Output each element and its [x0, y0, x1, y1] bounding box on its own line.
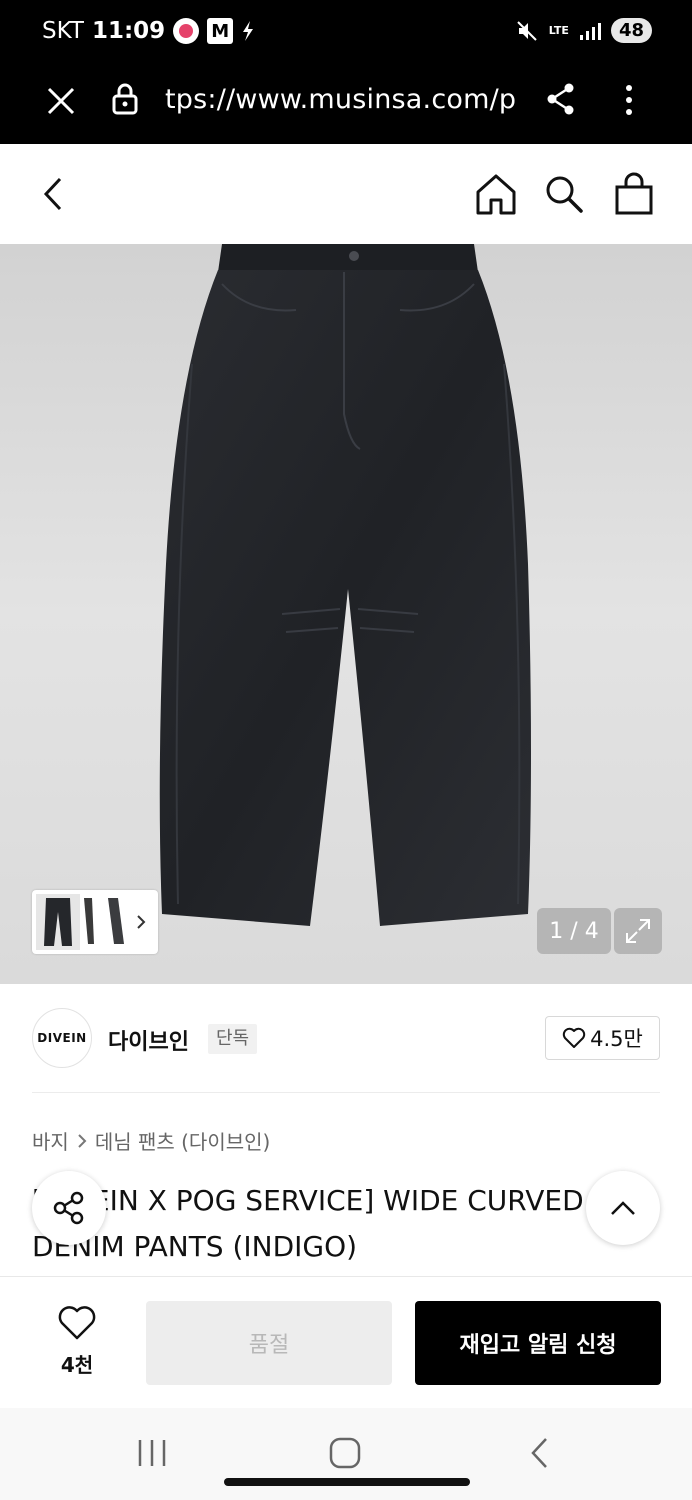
- expand-image-button[interactable]: [614, 908, 662, 954]
- share-icon[interactable]: [546, 82, 576, 116]
- home-icon[interactable]: [474, 172, 518, 216]
- status-left: SKT 11:09 M: [42, 18, 255, 44]
- breadcrumb-item[interactable]: 바지: [32, 1126, 69, 1155]
- mute-icon: [517, 20, 537, 41]
- lightning-icon: [243, 21, 254, 41]
- wishlist-button[interactable]: 4천: [40, 1305, 114, 1378]
- notification-app-icon: [173, 18, 200, 44]
- product-title: [DIVEIN X POG SERVICE] WIDE CURVED DENIM…: [32, 1184, 584, 1263]
- chevron-up-icon: [611, 1201, 635, 1215]
- restock-alert-button[interactable]: 재입고 알림 신청: [415, 1301, 661, 1385]
- clock: 11:09: [91, 18, 166, 44]
- browser-toolbar: tps://www.musinsa.com/p: [0, 66, 692, 144]
- share-button[interactable]: [32, 1171, 106, 1245]
- product-image-gallery[interactable]: 1 / 4: [0, 244, 692, 984]
- image-counter: 1 / 4: [537, 908, 611, 954]
- app-header: [0, 144, 692, 244]
- brand-like-count: 4.5만: [590, 1027, 643, 1051]
- shopping-bag-icon[interactable]: [614, 172, 654, 216]
- heart-icon: [58, 1306, 96, 1340]
- recent-apps-icon[interactable]: [136, 1438, 168, 1468]
- share-icon: [53, 1191, 84, 1225]
- gesture-home-bar[interactable]: [224, 1478, 470, 1486]
- system-navigation-bar: [0, 1408, 692, 1500]
- search-icon[interactable]: [544, 174, 584, 214]
- scroll-top-button[interactable]: [586, 1171, 660, 1245]
- thumbnail-images: [36, 894, 146, 950]
- heart-icon: [562, 1027, 586, 1048]
- signal-icon: [579, 22, 601, 40]
- thumbnail-strip[interactable]: [32, 890, 158, 954]
- purchase-bar: 4천 품절 재입고 알림 신청: [0, 1276, 692, 1408]
- network-label: LTE: [548, 24, 569, 37]
- back-arrow-icon[interactable]: [40, 176, 68, 212]
- brand-logo[interactable]: DIVEIN: [32, 1008, 92, 1068]
- home-nav-icon[interactable]: [328, 1436, 362, 1470]
- wishlist-count: 4천: [60, 1353, 94, 1377]
- notification-m-icon: M: [207, 18, 234, 44]
- brand-like-button[interactable]: 4.5만: [545, 1016, 660, 1060]
- close-icon[interactable]: [46, 86, 76, 116]
- status-right: LTE 48: [515, 18, 652, 43]
- more-menu-icon[interactable]: [622, 84, 636, 116]
- lock-icon[interactable]: [110, 82, 140, 116]
- battery-indicator: 48: [610, 18, 652, 43]
- back-nav-icon[interactable]: [528, 1436, 552, 1470]
- url-bar[interactable]: tps://www.musinsa.com/p: [165, 84, 515, 115]
- soldout-button: 품절: [146, 1301, 392, 1385]
- expand-icon: [626, 919, 650, 943]
- breadcrumb-item[interactable]: 데님 팬츠 (다이브인): [95, 1126, 271, 1155]
- exclusive-badge: 단독: [208, 1024, 258, 1054]
- product-image: [159, 244, 531, 926]
- section-divider: [32, 1092, 660, 1093]
- chevron-right-icon: [78, 1133, 87, 1148]
- status-bar: SKT 11:09 M LTE 48: [0, 0, 692, 66]
- carrier-label: SKT: [42, 18, 84, 44]
- breadcrumb: 바지 데님 팬츠 (다이브인): [32, 1126, 270, 1155]
- brand-name[interactable]: 다이브인: [108, 1024, 189, 1056]
